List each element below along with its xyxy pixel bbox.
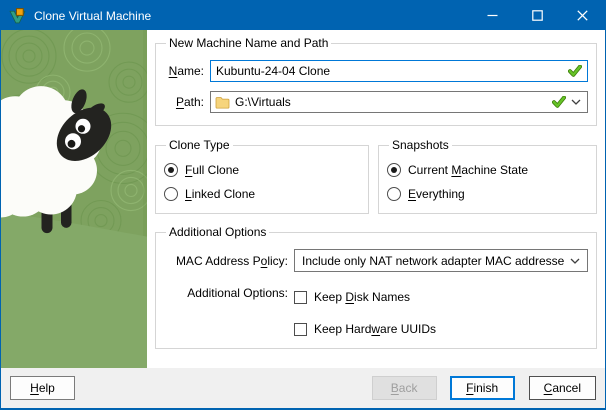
- name-row: Name: Kubuntu-24-04 Clone: [164, 60, 588, 82]
- clone-vm-dialog: Clone Virtual Machine New Machine Name a…: [0, 0, 606, 410]
- name-value: Kubuntu-24-04 Clone: [216, 64, 331, 78]
- chevron-down-icon: [571, 99, 581, 105]
- close-button[interactable]: [560, 1, 605, 30]
- path-value: G:\Virtuals: [235, 95, 291, 109]
- back-button[interactable]: Back: [371, 376, 437, 400]
- valid-check-icon: [568, 65, 582, 77]
- checkbox-keep-disk-names[interactable]: Keep Disk Names: [294, 290, 410, 304]
- additional-options-row-1: Additional Options: Keep Disk Names: [164, 281, 588, 305]
- checkbox-keep-hardware-uuids-label: Keep Hardware UUIDs: [314, 322, 437, 336]
- radio-linked-clone-label: Linked Clone: [185, 187, 256, 201]
- group-snapshots: Snapshots Current Machine State Everythi…: [378, 138, 597, 214]
- checkbox-indicator: [294, 290, 307, 304]
- titlebar: Clone Virtual Machine: [1, 1, 605, 30]
- mac-policy-label: MAC Address Policy:: [175, 253, 288, 268]
- folder-icon: [215, 96, 230, 109]
- sheep-illustration-svg: [1, 30, 147, 368]
- radio-indicator: [387, 187, 401, 201]
- maximize-button[interactable]: [515, 1, 560, 30]
- checkbox-indicator: [294, 322, 307, 336]
- radio-full-clone[interactable]: Full Clone: [164, 163, 360, 177]
- radio-indicator: [164, 187, 178, 201]
- cancel-button[interactable]: Cancel: [528, 376, 596, 400]
- checkbox-keep-disk-names-label: Keep Disk Names: [314, 290, 411, 304]
- group-name-and-path-title: New Machine Name and Path: [169, 36, 329, 50]
- path-row: Path: G:\Virtuals: [164, 91, 588, 113]
- help-button[interactable]: Help: [10, 376, 75, 400]
- mac-policy-select[interactable]: Include only NAT network adapter MAC add…: [294, 249, 588, 272]
- radio-indicator: [387, 163, 401, 177]
- dialog-body: New Machine Name and Path Name: Kubuntu-…: [1, 30, 605, 368]
- clone-form: New Machine Name and Path Name: Kubuntu-…: [147, 30, 605, 368]
- maximize-icon: [532, 10, 543, 21]
- additional-options-row-2: Keep Hardware UUIDs: [164, 313, 588, 336]
- radio-indicator: [164, 163, 178, 177]
- radio-full-clone-label: Full Clone: [185, 163, 240, 177]
- virtualbox-clone-icon: [9, 8, 26, 24]
- valid-check-icon: [552, 96, 566, 108]
- window-title: Clone Virtual Machine: [34, 8, 152, 23]
- radio-everything-label: Everything: [408, 187, 465, 201]
- group-snapshots-title: Snapshots: [392, 138, 449, 152]
- group-additional-options-title: Additional Options: [169, 225, 267, 239]
- type-snapshot-columns: Clone Type Full Clone Linked Clone Snaps…: [155, 138, 597, 214]
- group-clone-type-title: Clone Type: [169, 138, 230, 152]
- radio-linked-clone[interactable]: Linked Clone: [164, 187, 360, 201]
- button-bar: Help Back Finish Cancel: [1, 368, 605, 408]
- chevron-down-icon: [570, 258, 580, 264]
- finish-button[interactable]: Finish: [449, 376, 515, 400]
- radio-current-machine-state-label: Current Machine State: [408, 163, 529, 177]
- group-clone-type: Clone Type Full Clone Linked Clone: [155, 138, 369, 214]
- path-label: Path:: [175, 95, 204, 109]
- sheep-illustration: [1, 30, 147, 368]
- name-label: Name:: [168, 64, 204, 78]
- checkbox-keep-hardware-uuids[interactable]: Keep Hardware UUIDs: [294, 322, 436, 336]
- mac-policy-value: Include only NAT network adapter MAC add…: [302, 253, 564, 268]
- mac-policy-row: MAC Address Policy: Include only NAT net…: [164, 249, 588, 272]
- group-name-and-path: New Machine Name and Path Name: Kubuntu-…: [155, 36, 597, 126]
- radio-current-machine-state[interactable]: Current Machine State: [387, 163, 588, 177]
- radio-everything[interactable]: Everything: [387, 187, 588, 201]
- minimize-icon: [487, 14, 498, 17]
- close-icon: [577, 10, 588, 21]
- group-additional-options: Additional Options MAC Address Policy: I…: [155, 225, 597, 349]
- additional-options-label: Additional Options:: [187, 285, 288, 300]
- name-input[interactable]: Kubuntu-24-04 Clone: [210, 60, 588, 82]
- minimize-button[interactable]: [470, 1, 515, 30]
- path-combobox[interactable]: G:\Virtuals: [210, 91, 588, 113]
